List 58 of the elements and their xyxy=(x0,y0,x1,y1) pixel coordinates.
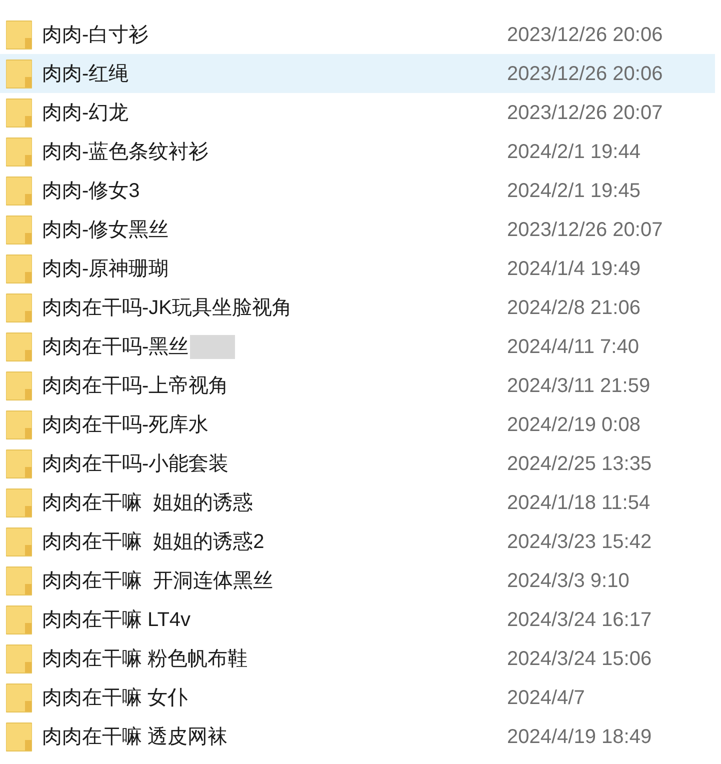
folder-name: 肉肉-修女黑丝 xyxy=(42,218,169,242)
folder-icon xyxy=(6,566,32,596)
folder-icon xyxy=(6,98,32,128)
folder-icon xyxy=(6,254,32,284)
folder-icon xyxy=(6,176,32,206)
folder-row[interactable]: 肉肉-红绳 2023/12/26 20:06 xyxy=(0,54,715,93)
folder-icon xyxy=(6,682,32,712)
folder-icon xyxy=(6,604,32,634)
modified-date: 2024/2/1 19:45 xyxy=(507,178,640,204)
folder-name: 肉肉-原神珊瑚 xyxy=(42,256,169,282)
folder-icon xyxy=(6,214,32,244)
modified-date: 2024/4/7 xyxy=(507,686,585,710)
modified-date: 2024/4/19 18:49 xyxy=(507,724,652,750)
modified-date: 2024/3/11 21:59 xyxy=(507,374,650,398)
folder-icon xyxy=(6,58,32,88)
folder-icon xyxy=(6,448,32,478)
folder-name: 肉肉-白寸衫 xyxy=(42,22,149,48)
folder-icon xyxy=(6,20,32,50)
folder-name: 肉肉在干嘛 开洞连体黑丝 xyxy=(42,568,274,594)
modified-date: 2024/2/1 19:44 xyxy=(507,140,640,164)
modified-date: 2023/12/26 20:06 xyxy=(507,62,663,86)
folder-name: 肉肉在干吗-死库水 xyxy=(42,412,209,438)
folder-icon xyxy=(6,722,32,752)
folder-name: 肉肉在干吗-黑丝 xyxy=(42,334,189,360)
folder-name: 肉肉在干吗-JK玩具坐脸视角 xyxy=(42,296,292,320)
folder-icon xyxy=(6,526,32,556)
folder-name: 肉肉在干嘛 LT4v xyxy=(42,608,191,632)
modified-date: 2023/12/26 20:07 xyxy=(507,100,663,126)
folder-name: 肉肉-修女3 xyxy=(42,178,140,204)
folder-icon xyxy=(6,136,32,166)
folder-name: 肉肉在干嘛 姐姐的诱惑 xyxy=(42,490,254,516)
modified-date: 2024/2/8 21:06 xyxy=(507,296,640,320)
folder-name: 肉肉-红绳 xyxy=(42,62,129,86)
modified-date: 2024/3/24 16:17 xyxy=(507,608,652,632)
folder-name: 肉肉在干吗-小能套装 xyxy=(42,452,229,476)
modified-date: 2024/3/24 15:06 xyxy=(507,646,652,672)
folder-icon xyxy=(6,370,32,400)
folder-name: 肉肉在干嘛 粉色帆布鞋 xyxy=(42,646,248,672)
folder-name: 肉肉在干嘛 姐姐的诱惑2 xyxy=(42,530,264,554)
folder-icon xyxy=(6,644,32,674)
modified-date: 2024/1/4 19:49 xyxy=(507,256,640,282)
modified-date: 2024/2/19 0:08 xyxy=(507,412,640,438)
folder-name: 肉肉在干嘛 透皮网袜 xyxy=(42,724,228,750)
modified-date: 2024/4/11 7:40 xyxy=(507,334,639,360)
folder-icon xyxy=(6,332,32,362)
folder-icon xyxy=(6,488,32,518)
modified-date: 2024/3/3 9:10 xyxy=(507,568,630,594)
folder-icon xyxy=(6,292,32,322)
folder-name: 肉肉在干嘛 女仆 xyxy=(42,686,188,710)
modified-date: 2024/3/23 15:42 xyxy=(507,530,652,554)
folder-name: 肉肉-幻龙 xyxy=(42,100,129,126)
modified-date: 2023/12/26 20:07 xyxy=(507,218,663,242)
modified-date: 2024/2/25 13:35 xyxy=(507,452,652,476)
folder-name: 肉肉-蓝色条纹衬衫 xyxy=(42,140,209,164)
modified-date: 2023/12/26 20:06 xyxy=(507,22,663,48)
folder-icon xyxy=(6,410,32,440)
folder-name: 肉肉在干吗-上帝视角 xyxy=(42,374,229,398)
modified-date: 2024/1/18 11:54 xyxy=(507,490,650,516)
